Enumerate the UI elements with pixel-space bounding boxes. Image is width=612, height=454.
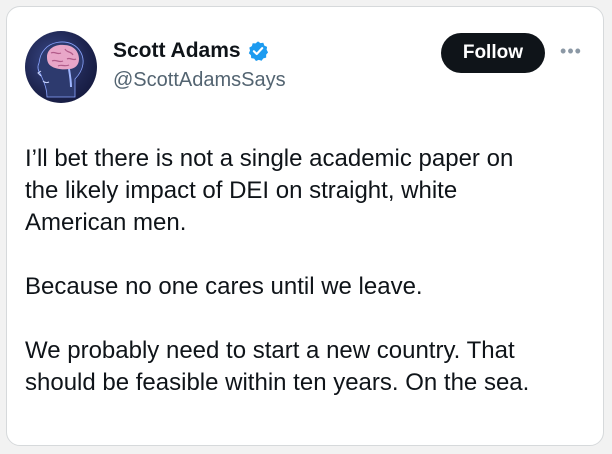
author-names: Scott Adams @ScottAdamsSays bbox=[113, 37, 286, 92]
author-handle[interactable]: @ScottAdamsSays bbox=[113, 69, 286, 92]
display-name[interactable]: Scott Adams bbox=[113, 39, 241, 63]
display-name-row: Scott Adams bbox=[113, 37, 286, 65]
tweet-paragraph: I’ll bet there is not a single academic … bbox=[25, 145, 514, 236]
tweet-text: I’ll bet there is not a single academic … bbox=[25, 143, 585, 399]
tweet-paragraph: Because no one cares until we leave. bbox=[25, 273, 423, 300]
brain-profile-avatar-icon bbox=[37, 41, 84, 98]
follow-button[interactable]: Follow bbox=[440, 33, 545, 73]
tweet-paragraph: We probably need to start a new country.… bbox=[25, 337, 530, 396]
more-options-icon[interactable]: ••• bbox=[557, 37, 585, 65]
avatar[interactable] bbox=[25, 31, 97, 103]
tweet-header: Scott Adams @ScottAdamsSays Follow ••• bbox=[25, 31, 585, 111]
verified-badge-icon bbox=[247, 40, 269, 62]
tweet-card: Scott Adams @ScottAdamsSays Follow ••• I… bbox=[6, 6, 604, 446]
